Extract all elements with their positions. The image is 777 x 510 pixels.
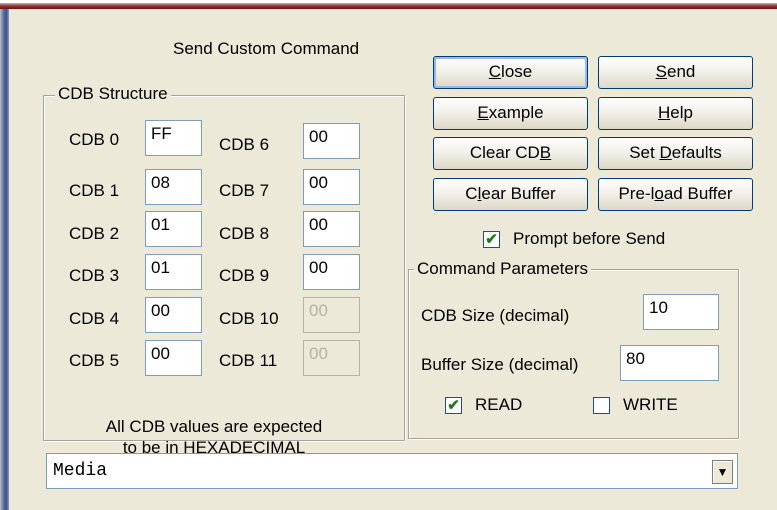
read-label: READ <box>475 395 523 414</box>
chevron-down-icon[interactable]: ▼ <box>712 460 733 484</box>
media-combobox[interactable]: Media ▼ <box>46 453 738 489</box>
cdb-11-input: 00 <box>303 340 360 376</box>
cdb-7-input[interactable]: 00 <box>303 169 360 205</box>
cdb-10-label: CDB 10 <box>219 309 279 328</box>
clear-cdb-button[interactable]: Clear CDB <box>433 137 588 170</box>
cdb-6-input[interactable]: 00 <box>303 123 360 159</box>
cdb-10-input: 00 <box>303 297 360 333</box>
cdb-0-label: CDB 0 <box>69 130 120 149</box>
command-parameters-legend: Command Parameters <box>414 259 592 279</box>
cdb-0-input[interactable]: FF <box>145 120 202 156</box>
cdb-1-label: CDB 1 <box>69 181 120 200</box>
cdb-3-input[interactable]: 01 <box>145 254 202 290</box>
cdb-1-input[interactable]: 08 <box>145 169 202 205</box>
dialog-title: Send Custom Command <box>173 39 360 58</box>
media-combobox-value: Media <box>53 461 108 481</box>
window-left-border <box>0 9 9 510</box>
preload-buffer-button[interactable]: Pre-load Buffer <box>598 178 753 211</box>
send-custom-command-dialog: Send Custom Command CDB Structure CDB 0 … <box>9 9 777 510</box>
hex-note-line1: All CDB values are expected <box>105 417 323 436</box>
cdb-9-label: CDB 9 <box>219 266 270 285</box>
window-frame: Send Custom Command CDB Structure CDB 0 … <box>0 0 777 510</box>
hex-note: All CDB values are expected to be in HEX… <box>79 416 349 458</box>
buffer-size-label: Buffer Size (decimal) <box>421 355 579 374</box>
cdb-5-label: CDB 5 <box>69 351 120 370</box>
cdb-2-input[interactable]: 01 <box>145 211 202 247</box>
write-label: WRITE <box>623 395 678 414</box>
help-button[interactable]: Help <box>598 97 753 130</box>
title-bar-edge <box>0 0 777 9</box>
set-defaults-button[interactable]: Set Defaults <box>598 137 753 170</box>
cdb-4-label: CDB 4 <box>69 309 120 328</box>
cdb-size-label: CDB Size (decimal) <box>421 306 570 325</box>
read-checkbox[interactable]: ✔ <box>445 397 462 414</box>
cdb-8-input[interactable]: 00 <box>303 211 360 247</box>
cdb-structure-legend: CDB Structure <box>55 84 171 104</box>
send-button[interactable]: Send <box>598 56 753 89</box>
cdb-3-label: CDB 3 <box>69 266 120 285</box>
prompt-before-send-label: Prompt before Send <box>513 229 666 248</box>
cdb-4-input[interactable]: 00 <box>145 297 202 333</box>
close-button[interactable]: Close <box>433 56 588 89</box>
prompt-before-send-checkbox[interactable]: ✔ <box>483 231 500 248</box>
cdb-7-label: CDB 7 <box>219 181 270 200</box>
cdb-9-input[interactable]: 00 <box>303 254 360 290</box>
cdb-6-label: CDB 6 <box>219 135 270 154</box>
cdb-size-input[interactable]: 10 <box>643 294 719 330</box>
buffer-size-input[interactable]: 80 <box>620 345 719 381</box>
example-button[interactable]: Example <box>433 97 588 130</box>
cdb-5-input[interactable]: 00 <box>145 340 202 376</box>
clear-buffer-button[interactable]: Clear Buffer <box>433 178 588 211</box>
cdb-11-label: CDB 11 <box>219 351 278 370</box>
write-checkbox[interactable]: ✔ <box>593 397 610 414</box>
cdb-8-label: CDB 8 <box>219 224 270 243</box>
cdb-2-label: CDB 2 <box>69 224 120 243</box>
